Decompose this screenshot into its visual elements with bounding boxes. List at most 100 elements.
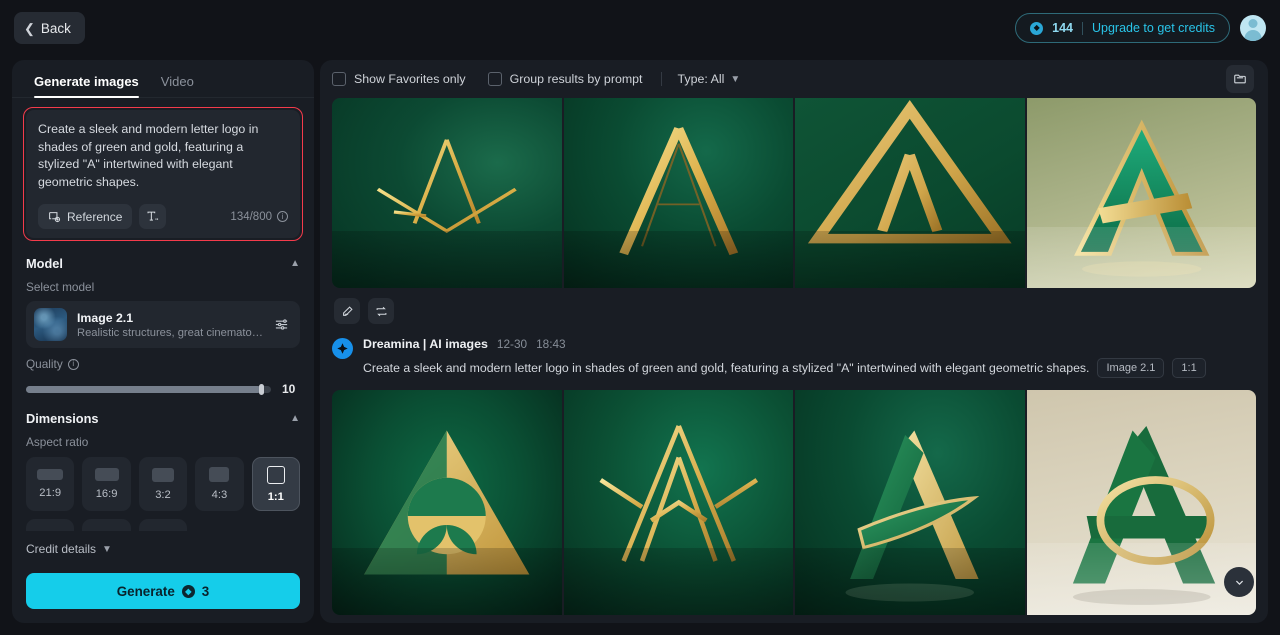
aspect-ratio-4-3[interactable]: 4:3 <box>195 457 244 512</box>
model-section-title: Model <box>26 256 63 272</box>
reference-image-icon <box>48 210 61 223</box>
aspect-ratio-21-9[interactable]: 21:9 <box>26 457 75 512</box>
generate-button[interactable]: Generate ◆ 3 <box>26 573 300 609</box>
folder-button[interactable] <box>1226 65 1254 93</box>
generate-cost-coin-icon: ◆ <box>181 584 195 598</box>
aspect-ratio-label: Aspect ratio <box>26 435 89 450</box>
scroll-down-button[interactable] <box>1224 567 1254 597</box>
generated-image-tile[interactable] <box>1026 390 1256 615</box>
show-favorites-only-label: Show Favorites only <box>354 72 466 86</box>
dimensions-section-header[interactable]: Dimensions ▲ <box>26 411 300 426</box>
group-by-prompt-checkbox[interactable]: Group results by prompt <box>487 72 643 86</box>
model-settings-icon[interactable] <box>274 317 289 332</box>
aspect-ratio-1-1[interactable]: 1:1 <box>251 457 300 512</box>
aspect-ratio-extra[interactable] <box>82 519 131 532</box>
result-grid-row-2 <box>320 390 1268 615</box>
aspect-ratio-shape-icon <box>209 467 230 483</box>
aspect-ratio-extra[interactable] <box>26 519 75 532</box>
result-date: 12-30 <box>496 337 528 351</box>
generated-image-tile[interactable] <box>332 98 562 288</box>
info-icon[interactable]: i <box>277 211 288 223</box>
reference-button[interactable]: Reference <box>38 204 133 230</box>
prompt-highlight-frame: Create a sleek and modern letter logo in… <box>23 107 303 242</box>
model-section-header[interactable]: Model ▲ <box>26 256 300 271</box>
text-tool-icon <box>146 210 159 223</box>
edit-button[interactable] <box>334 298 360 324</box>
generated-image-tile[interactable] <box>795 390 1025 615</box>
model-thumbnail <box>34 308 67 342</box>
tab-generate-images[interactable]: Generate images <box>34 74 139 98</box>
generated-image-tile[interactable] <box>563 98 793 288</box>
model-description: Realistic structures, great cinematog… <box>77 326 264 339</box>
show-favorites-only-checkbox[interactable]: Show Favorites only <box>332 72 466 86</box>
credit-coin-icon: ◆ <box>1030 21 1044 35</box>
quality-slider-row: 10 <box>26 382 300 396</box>
dimensions-section-title: Dimensions <box>26 411 99 427</box>
model-card[interactable]: Image 2.1 Realistic structures, great ci… <box>26 301 300 349</box>
generated-image <box>332 98 562 288</box>
text-style-button[interactable] <box>139 204 167 230</box>
quality-label-row: Quality i <box>26 357 300 371</box>
quality-info-icon[interactable]: i <box>67 358 79 370</box>
aspect-ratio-label: 3:2 <box>155 488 171 501</box>
credit-details-toggle[interactable]: Credit details ▼ <box>26 542 112 556</box>
result-time: 18:43 <box>536 337 566 351</box>
aspect-ratio-3-2[interactable]: 3:2 <box>138 457 188 512</box>
sidebar-panel: Generate images Video Create a sleek and… <box>12 60 314 623</box>
quality-slider[interactable] <box>26 383 271 395</box>
checkbox-icon-group[interactable] <box>487 72 502 86</box>
back-button[interactable]: ❮ Back <box>14 12 85 44</box>
prompt-toolbar: Reference 134/800 i <box>38 204 288 230</box>
tab-video[interactable]: Video <box>161 74 194 97</box>
upgrade-link[interactable]: Upgrade to get credits <box>1092 21 1215 35</box>
credit-details-label: Credit details <box>26 542 97 556</box>
chevron-down-icon-scroll <box>1233 576 1246 589</box>
results-toolbar: Show Favorites only Group results by pro… <box>320 60 1268 98</box>
dreamina-logo-icon <box>332 338 353 359</box>
generated-image <box>332 390 562 615</box>
generated-image-tile[interactable] <box>1026 98 1256 288</box>
generate-cost: 3 <box>201 583 210 599</box>
image-floor-gradient <box>1026 543 1256 615</box>
toolbar-divider <box>660 72 662 86</box>
quality-slider-handle[interactable] <box>259 383 265 395</box>
aspect-ratio-grid: 21:9 16:9 3:2 4:3 1:1 <box>26 457 300 512</box>
generated-image <box>563 390 793 615</box>
aspect-ratio-shape-icon <box>37 469 64 481</box>
reference-button-label: Reference <box>67 209 123 224</box>
quality-slider-fill <box>26 385 262 393</box>
image-floor-gradient <box>1026 227 1256 288</box>
quality-label: Quality <box>26 357 63 372</box>
prompt-box[interactable]: Create a sleek and modern letter logo in… <box>26 110 300 239</box>
result-grid-row-1 <box>320 98 1268 288</box>
chevron-up-icon-dimensions[interactable]: ▲ <box>290 413 300 424</box>
generated-image <box>563 98 793 288</box>
chevron-up-icon[interactable]: ▲ <box>290 258 300 269</box>
result-header-line-1: Dreamina | AI images 12-30 18:43 <box>363 337 1254 351</box>
credits-pill[interactable]: ◆ 144 Upgrade to get credits <box>1015 13 1230 43</box>
aspect-ratio-label: 1:1 <box>267 490 284 503</box>
generated-image-tile[interactable] <box>563 390 793 615</box>
checkbox-icon-favorites[interactable] <box>332 72 346 86</box>
result-header-body: Dreamina | AI images 12-30 18:43 Create … <box>363 337 1254 378</box>
repeat-icon <box>375 305 388 318</box>
regenerate-button[interactable] <box>368 298 394 324</box>
generated-image <box>1026 390 1256 615</box>
type-filter-dropdown[interactable]: Type: All ▼ <box>678 72 741 86</box>
sidebar-tabs: Generate images Video <box>12 60 314 98</box>
generated-image-tile[interactable] <box>795 98 1025 288</box>
aspect-ratio-label: 16:9 <box>95 488 118 501</box>
avatar[interactable] <box>1240 15 1266 41</box>
generated-image <box>795 390 1025 615</box>
result-header-line-2: Create a sleek and modern letter logo in… <box>363 358 1254 378</box>
result-actions <box>320 288 1268 324</box>
aspect-ratio-extra[interactable] <box>138 519 188 532</box>
aspect-ratio-shape-icon <box>151 467 174 482</box>
generated-image <box>795 98 1025 288</box>
prompt-input[interactable]: Create a sleek and modern letter logo in… <box>38 121 288 191</box>
result-header: Dreamina | AI images 12-30 18:43 Create … <box>320 324 1268 378</box>
chevron-down-icon-type: ▼ <box>730 73 741 85</box>
image-floor-gradient <box>332 231 562 288</box>
generated-image-tile[interactable] <box>332 390 562 615</box>
aspect-ratio-16-9[interactable]: 16:9 <box>82 457 131 512</box>
